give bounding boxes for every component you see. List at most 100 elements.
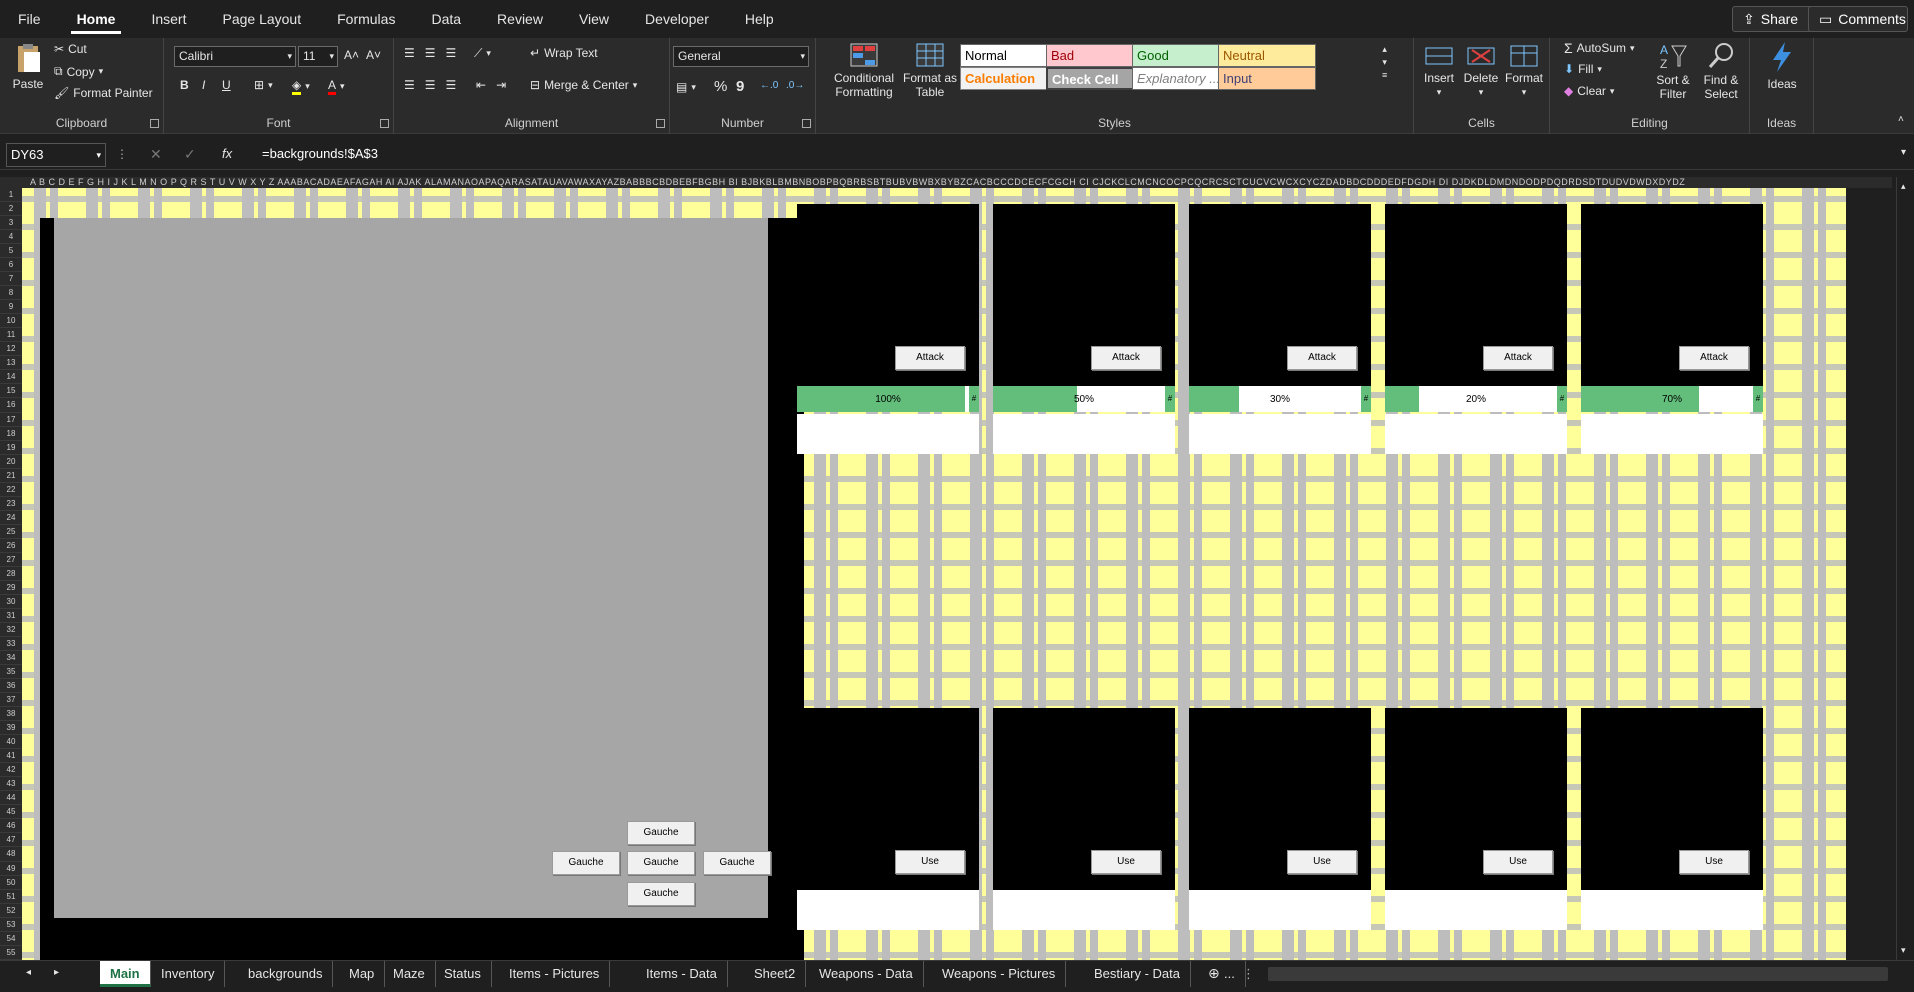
horizontal-align-buttons[interactable]: ☰ ☰ ☰ <box>404 78 462 92</box>
comments-button[interactable]: ▭ Comments <box>1808 6 1908 32</box>
vertical-scrollbar[interactable]: ▴ ▾ <box>1896 177 1914 960</box>
copy-button[interactable]: ⧉ Copy ▾ <box>54 64 103 79</box>
style-good[interactable]: Good <box>1132 44 1230 67</box>
find-select-button[interactable]: Find & Select <box>1696 40 1746 101</box>
menu-view[interactable]: View <box>561 0 627 38</box>
menu-home[interactable]: Home <box>59 0 134 38</box>
row-header[interactable]: 4 <box>0 230 22 245</box>
nav-up-button[interactable]: Gauche <box>627 821 695 845</box>
row-header[interactable]: 44 <box>0 791 22 806</box>
menu-help[interactable]: Help <box>727 0 792 38</box>
styles-scroll[interactable]: ▴ ▾ ≡ <box>1382 44 1387 80</box>
menu-page-layout[interactable]: Page Layout <box>204 0 319 38</box>
row-header[interactable]: 34 <box>0 651 22 666</box>
row-header[interactable]: 41 <box>0 749 22 764</box>
row-header[interactable]: 29 <box>0 581 22 595</box>
row-header[interactable]: 49 <box>0 862 22 876</box>
vertical-align-buttons[interactable]: ☰ ☰ ☰ <box>404 46 462 60</box>
merge-center-button[interactable]: ⊟ Merge & Center ▾ <box>530 78 637 92</box>
confirm-entry-icon[interactable]: ✓ <box>184 146 196 163</box>
sheet-tab-backgrounds[interactable]: backgrounds <box>238 961 334 987</box>
format-cells-button[interactable]: Format ▾ <box>1502 42 1546 99</box>
increase-decimal-button[interactable]: ←.0 <box>760 80 778 91</box>
sheet-tab-items-data[interactable]: Items - Data <box>636 961 728 987</box>
scroll-tabs-right-icon[interactable]: ▸ <box>54 967 59 978</box>
row-header[interactable]: 47 <box>0 833 22 848</box>
sheet-tab-maze[interactable]: Maze <box>383 961 436 987</box>
italic-button[interactable]: I <box>202 78 205 92</box>
sort-filter-button[interactable]: AZ Sort & Filter <box>1650 40 1696 101</box>
nav-right-button[interactable]: Gauche <box>703 851 771 875</box>
formula-input[interactable]: =backgrounds!$A$3 <box>258 143 1904 167</box>
menu-file[interactable]: File <box>0 0 59 38</box>
ideas-button[interactable]: Ideas <box>1756 40 1808 91</box>
row-header[interactable]: 28 <box>0 567 22 581</box>
row-header[interactable]: 42 <box>0 763 22 778</box>
attack-button[interactable]: Attack <box>1483 346 1553 370</box>
delete-cells-button[interactable]: Delete ▾ <box>1460 42 1502 99</box>
row-header[interactable]: 24 <box>0 511 22 525</box>
menu-developer[interactable]: Developer <box>627 0 727 38</box>
row-header[interactable]: 15 <box>0 384 22 399</box>
row-header[interactable]: 3 <box>0 216 22 231</box>
dialog-launcher-icon[interactable] <box>380 119 389 128</box>
row-header[interactable]: 35 <box>0 665 22 680</box>
orientation-button[interactable]: ⟋ ▾ <box>474 46 491 61</box>
share-button[interactable]: ⇪ Share <box>1732 6 1816 32</box>
style-calculation[interactable]: Calculation <box>960 67 1058 90</box>
use-item-button[interactable]: Use <box>895 850 965 874</box>
more-options-icon[interactable]: ⋮ <box>116 147 128 161</box>
sheet-tab-inventory[interactable]: Inventory <box>151 961 226 987</box>
menu-insert[interactable]: Insert <box>133 0 204 38</box>
format-as-table-button[interactable]: Format as Table <box>902 42 958 99</box>
sheet-tab-main[interactable]: Main <box>100 961 151 987</box>
decrease-font-button[interactable]: A˅ <box>366 48 381 62</box>
decrease-decimal-button[interactable]: .0→ <box>786 80 804 91</box>
more-options-icon[interactable]: ⋮ <box>1242 966 1255 982</box>
row-header[interactable]: 31 <box>0 609 22 623</box>
worksheet[interactable]: Gauche Gauche Gauche Gauche Gauche Attac… <box>22 188 1846 960</box>
column-headers[interactable]: A B C D E F G H I J K L M N O P Q R S T … <box>22 177 1892 188</box>
row-header[interactable]: 45 <box>0 805 22 820</box>
row-header[interactable]: 38 <box>0 707 22 722</box>
row-header[interactable]: 10 <box>0 314 22 329</box>
row-header[interactable]: 43 <box>0 777 22 792</box>
cancel-entry-icon[interactable]: ✕ <box>150 146 162 163</box>
row-header[interactable]: 12 <box>0 342 22 357</box>
sheet-tab-status[interactable]: Status <box>434 961 492 987</box>
bold-button[interactable]: B <box>180 78 189 92</box>
nav-down-button[interactable]: Gauche <box>627 882 695 906</box>
row-header[interactable]: 33 <box>0 637 22 652</box>
menu-data[interactable]: Data <box>413 0 479 38</box>
menu-review[interactable]: Review <box>479 0 561 38</box>
row-header[interactable]: 9 <box>0 300 22 315</box>
style-bad[interactable]: Bad <box>1046 44 1144 67</box>
paste-button[interactable]: Paste <box>8 42 48 91</box>
scroll-tabs-left-icon[interactable]: ◂ <box>26 967 31 978</box>
percent-button[interactable]: % <box>714 78 727 95</box>
row-header[interactable]: 39 <box>0 721 22 736</box>
font-color-button[interactable]: A ▾ <box>328 78 345 95</box>
sheet-tab-weapons-pictures[interactable]: Weapons - Pictures <box>932 961 1067 987</box>
style-explanatory[interactable]: Explanatory ... <box>1132 67 1230 90</box>
use-item-button[interactable]: Use <box>1679 850 1749 874</box>
style-input[interactable]: Input <box>1218 67 1316 90</box>
row-header[interactable]: 27 <box>0 553 22 567</box>
attack-button[interactable]: Attack <box>1287 346 1357 370</box>
wrap-text-button[interactable]: ↵ Wrap Text <box>530 46 598 60</box>
insert-function-button[interactable]: fx <box>222 146 232 161</box>
attack-button[interactable]: Attack <box>1091 346 1161 370</box>
name-box[interactable]: DY63 ▾ <box>6 143 106 167</box>
row-header[interactable]: 23 <box>0 497 22 511</box>
attack-button[interactable]: Attack <box>1679 346 1749 370</box>
row-header[interactable]: 46 <box>0 819 22 834</box>
sheet-tab-sheet2[interactable]: Sheet2 <box>744 961 807 987</box>
increase-font-button[interactable]: A˄ <box>344 48 359 62</box>
sheet-tab-bestiary-data[interactable]: Bestiary - Data <box>1084 961 1191 987</box>
row-header[interactable]: 16 <box>0 398 22 413</box>
row-header[interactable]: 37 <box>0 693 22 708</box>
horizontal-scrollbar[interactable] <box>1268 967 1888 981</box>
row-header[interactable]: 48 <box>0 847 22 862</box>
use-item-button[interactable]: Use <box>1483 850 1553 874</box>
row-header[interactable]: 25 <box>0 525 22 539</box>
